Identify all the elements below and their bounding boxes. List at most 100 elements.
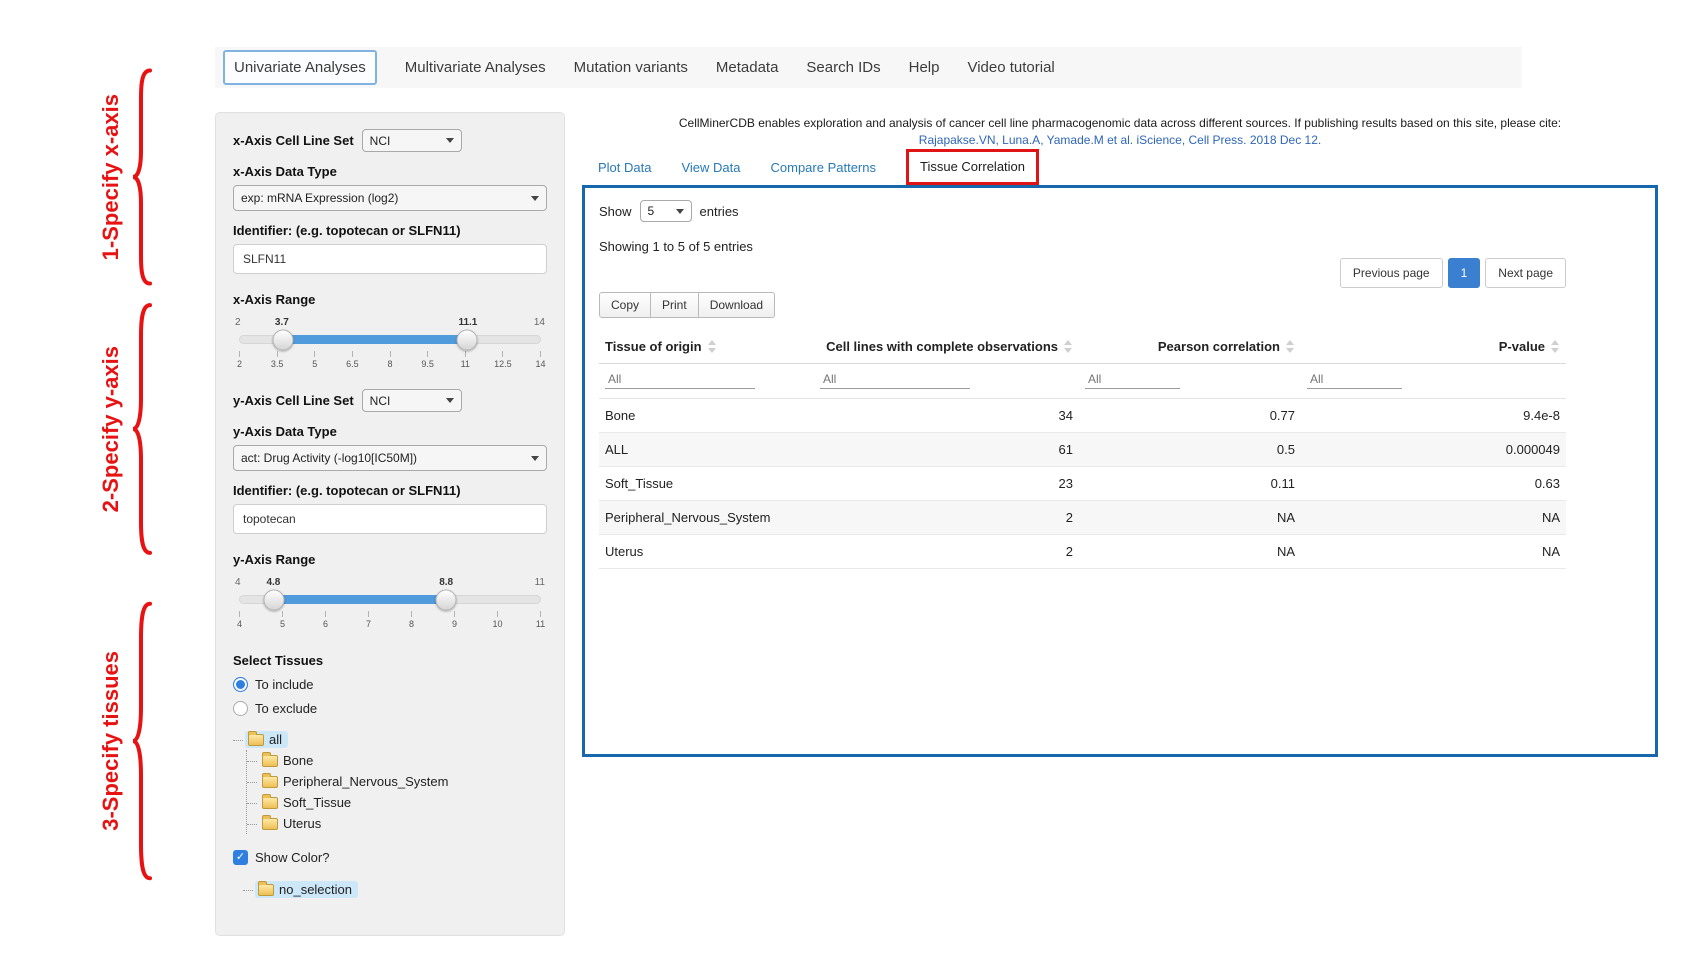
tree-item-no-selection: no_selection (243, 879, 547, 900)
x-cell-line-set-label: x-Axis Cell Line Set (233, 133, 354, 148)
filter-cell-lines-input[interactable] (820, 370, 970, 389)
show-color-checkbox[interactable] (233, 850, 248, 865)
page-size-select[interactable]: 5 (640, 200, 692, 222)
y-data-type-select[interactable]: act: Drug Activity (-log10[IC50M]) (233, 445, 547, 471)
cell-tissue: Peripheral_Nervous_System (599, 501, 814, 535)
exclude-radio[interactable] (233, 701, 248, 716)
show-color-row[interactable]: Show Color? (233, 850, 547, 865)
y-cell-line-set-row: y-Axis Cell Line Set NCI (233, 389, 547, 412)
y-range-track[interactable] (239, 595, 541, 604)
tab-mutation-variants[interactable]: Mutation variants (574, 59, 688, 76)
tab-video-tutorial[interactable]: Video tutorial (967, 59, 1054, 76)
next-page-button[interactable]: Next page (1485, 258, 1566, 288)
col-header-pearson-correlation[interactable]: Pearson correlation (1079, 330, 1301, 364)
tree-node-bone[interactable]: Bone (259, 752, 319, 769)
tree-node-all[interactable]: all (245, 731, 288, 748)
y-range-tick: 9 (454, 611, 455, 629)
previous-page-button[interactable]: Previous page (1340, 258, 1443, 288)
annotation-label: 1-Specify x-axis (98, 94, 124, 260)
tissue-tree: all Bone Peripheral_Nervous_System (233, 729, 547, 834)
cell-p-value: 9.4e-8 (1301, 399, 1566, 433)
subtab-plot-data[interactable]: Plot Data (598, 160, 651, 175)
tab-help[interactable]: Help (909, 59, 940, 76)
table-row[interactable]: Soft_Tissue 23 0.11 0.63 (599, 467, 1566, 501)
y-range-slider: 4 4.8 8.8 11 4 5 6 7 8 9 10 (239, 577, 541, 629)
exclude-radio-row[interactable]: To exclude (233, 701, 547, 716)
filter-pearson-input[interactable] (1085, 370, 1180, 389)
cell-tissue: Bone (599, 399, 814, 433)
intro-text: CellMinerCDB enables exploration and ana… (582, 114, 1658, 132)
include-radio[interactable] (233, 677, 248, 692)
tab-metadata[interactable]: Metadata (716, 59, 779, 76)
citation-link[interactable]: Rajapakse.VN, Luna.A, Yamade.M et al. iS… (582, 133, 1658, 147)
table-header-row: Tissue of origin Cell lines with complet… (599, 330, 1566, 364)
sort-icon[interactable] (1551, 340, 1560, 353)
tree-node-uterus[interactable]: Uterus (259, 815, 327, 832)
tab-univariate-analyses[interactable]: Univariate Analyses (223, 50, 377, 85)
x-cell-line-set-select[interactable]: NCI (362, 129, 462, 152)
cell-observations: 2 (814, 535, 1079, 569)
page-1-button[interactable]: 1 (1448, 258, 1481, 288)
include-radio-row[interactable]: To include (233, 677, 547, 692)
cell-p-value: 0.000049 (1301, 433, 1566, 467)
x-range-track[interactable] (239, 335, 541, 344)
tree-node-no-selection[interactable]: no_selection (255, 881, 358, 898)
y-range-min-label: 4 (235, 577, 241, 588)
download-button[interactable]: Download (698, 292, 775, 318)
copy-button[interactable]: Copy (599, 292, 651, 318)
table-row[interactable]: Peripheral_Nervous_System 2 NA NA (599, 501, 1566, 535)
col-header-p-value[interactable]: P-value (1301, 330, 1566, 364)
x-range-handle-to[interactable] (457, 329, 478, 350)
table-row[interactable]: ALL 61 0.5 0.000049 (599, 433, 1566, 467)
y-range-handle-to[interactable] (435, 589, 456, 610)
x-range-tick: 5 (314, 351, 315, 369)
entries-label: entries (700, 204, 739, 219)
y-range-tick: 10 (497, 611, 498, 629)
table-info: Showing 1 to 5 of 5 entries (599, 239, 1566, 254)
sort-icon[interactable] (1286, 340, 1295, 353)
cell-tissue: ALL (599, 433, 814, 467)
cell-p-value: NA (1301, 501, 1566, 535)
col-header-tissue-of-origin[interactable]: Tissue of origin (599, 330, 814, 364)
subtab-bar: Plot Data View Data Compare Patterns Tis… (582, 151, 1658, 183)
tab-search-ids[interactable]: Search IDs (806, 59, 880, 76)
y-range-label: y-Axis Range (233, 552, 547, 567)
x-range-tick: 14 (540, 351, 541, 369)
table-row[interactable]: Uterus 2 NA NA (599, 535, 1566, 569)
col-header-cell-lines[interactable]: Cell lines with complete observations (814, 330, 1079, 364)
cell-pearson: 0.5 (1079, 433, 1301, 467)
sort-icon[interactable] (708, 340, 717, 353)
cell-observations: 61 (814, 433, 1079, 467)
filter-tissue-input[interactable] (605, 370, 755, 389)
annotation-label: 2-Specify y-axis (98, 346, 124, 512)
subtab-compare-patterns[interactable]: Compare Patterns (771, 160, 877, 175)
y-range-handle-from[interactable] (264, 589, 285, 610)
x-range-tick: 3.5 (277, 351, 278, 369)
cell-pearson: NA (1079, 501, 1301, 535)
curly-brace-icon (130, 300, 154, 558)
sort-icon[interactable] (1064, 340, 1073, 353)
filter-p-value-input[interactable] (1307, 370, 1402, 389)
print-button[interactable]: Print (650, 292, 699, 318)
tab-multivariate-analyses[interactable]: Multivariate Analyses (405, 59, 546, 76)
x-range-tick: 11 (465, 351, 466, 369)
y-identifier-input[interactable] (233, 504, 547, 534)
subtab-tissue-correlation[interactable]: Tissue Correlation (920, 159, 1025, 174)
x-range-tick: 8 (390, 351, 391, 369)
table-row[interactable]: Bone 34 0.77 9.4e-8 (599, 399, 1566, 433)
annotation-specify-tissues: 3-Specify tissues (98, 598, 154, 884)
tissue-tree-children: Bone Peripheral_Nervous_System Soft_Tiss… (246, 750, 547, 834)
x-identifier-input[interactable] (233, 244, 547, 274)
y-cell-line-set-select[interactable]: NCI (362, 389, 462, 412)
red-highlight-box: Tissue Correlation (906, 149, 1039, 185)
tree-node-peripheral-nervous-system[interactable]: Peripheral_Nervous_System (259, 773, 454, 790)
x-range-selected-bar (283, 335, 468, 344)
x-data-type-select[interactable]: exp: mRNA Expression (log2) (233, 185, 547, 211)
tree-node-soft-tissue[interactable]: Soft_Tissue (259, 794, 357, 811)
x-range-handle-from[interactable] (272, 329, 293, 350)
subtab-view-data[interactable]: View Data (681, 160, 740, 175)
x-range-tick: 12.5 (502, 351, 503, 369)
export-button-group: Copy Print Download (599, 292, 775, 318)
x-range-tick: 6.5 (352, 351, 353, 369)
selection-tree: no_selection (243, 879, 547, 900)
